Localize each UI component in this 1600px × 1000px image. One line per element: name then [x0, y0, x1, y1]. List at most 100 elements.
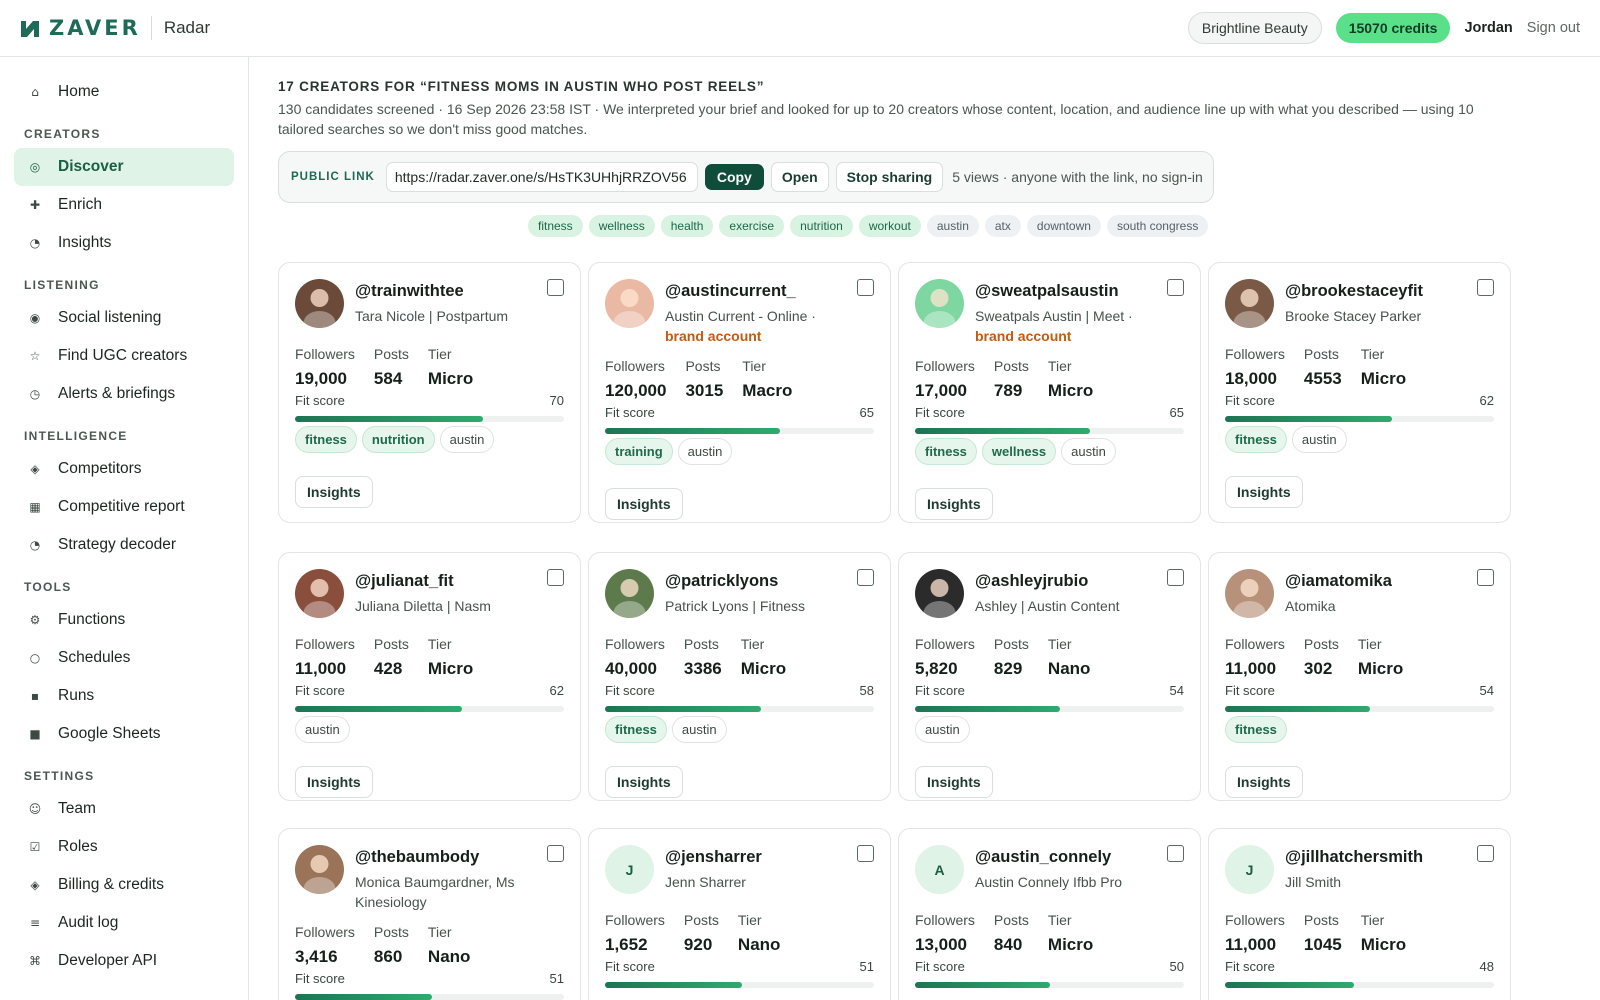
sidebar-item-competitors[interactable]: ◈ Competitors — [14, 450, 234, 488]
avatar[interactable] — [915, 279, 964, 328]
user-name[interactable]: Jordan — [1464, 20, 1512, 36]
creator-card[interactable]: @sweatpalsaustin Sweatpals Austin | Meet … — [898, 262, 1201, 523]
keyword-chip[interactable]: wellness — [588, 215, 655, 237]
creator-card[interactable]: @brookestaceyfit Brooke Stacey Parker Foll… — [1208, 262, 1511, 523]
sidebar-item-roles[interactable]: ☑ Roles — [14, 828, 234, 866]
creator-handle[interactable]: @patricklyons — [665, 572, 778, 591]
creator-card[interactable]: A @austin_connely Austin Connely Ifbb Pro F… — [898, 828, 1201, 1000]
sidebar-item-developer-api[interactable]: ⌘ Developer API — [14, 942, 234, 980]
select-checkbox[interactable] — [547, 279, 564, 296]
creator-card[interactable]: @iamatomika Atomika Followers 11,000 Posts 30… — [1208, 552, 1511, 801]
sidebar-item-audit-log[interactable]: ≡ Audit log — [14, 904, 234, 942]
avatar[interactable] — [605, 279, 654, 328]
sidebar-item-functions[interactable]: ⚙ Functions — [14, 601, 234, 639]
creator-card[interactable]: J @jensharrer Jenn Sharrer Followers 1,652 Po… — [588, 828, 891, 1000]
insights-button[interactable]: Insights — [915, 488, 993, 520]
avatar[interactable] — [1225, 569, 1274, 618]
creator-card[interactable]: @austincurrent_ Austin Current - Online ·… — [588, 262, 891, 523]
creator-card[interactable]: J @jillhatchersmith Jill Smith Followers 11,… — [1208, 828, 1511, 1000]
creator-handle[interactable]: @julianat_fit — [355, 572, 454, 591]
sidebar-item-schedules[interactable]: ○ Schedules — [14, 639, 234, 677]
creator-tag[interactable]: fitness — [605, 716, 667, 743]
sign-out-link[interactable]: Sign out — [1527, 20, 1580, 36]
sidebar-item-google-sheets[interactable]: ■ Google Sheets — [14, 715, 234, 753]
open-link-button[interactable]: Open — [770, 162, 829, 192]
creator-handle[interactable]: @jillhatchersmith — [1285, 848, 1423, 867]
keyword-chip[interactable]: workout — [858, 215, 921, 237]
keyword-chip[interactable]: atx — [984, 215, 1021, 237]
sidebar-item-home[interactable]: ⌂ Home — [14, 73, 234, 111]
avatar[interactable] — [295, 569, 344, 618]
creator-handle[interactable]: @thebaumbody — [355, 848, 479, 867]
keyword-chip[interactable]: nutrition — [790, 215, 853, 237]
creator-handle[interactable]: @trainwithtee — [355, 282, 464, 301]
sidebar-item-social-listening[interactable]: ◉ Social listening — [14, 299, 234, 337]
select-checkbox[interactable] — [1167, 569, 1184, 586]
insights-button[interactable]: Insights — [605, 488, 683, 520]
creator-tag[interactable]: austin — [1061, 438, 1116, 465]
insights-button[interactable]: Insights — [295, 766, 373, 798]
keyword-chip[interactable]: austin — [926, 215, 979, 237]
credits-badge[interactable]: 15070 credits — [1335, 13, 1451, 43]
select-checkbox[interactable] — [1477, 279, 1494, 296]
select-checkbox[interactable] — [1167, 279, 1184, 296]
insights-button[interactable]: Insights — [295, 476, 373, 508]
select-checkbox[interactable] — [547, 845, 564, 862]
keyword-chip[interactable]: health — [660, 215, 714, 237]
creator-handle[interactable]: @brookestaceyfit — [1285, 282, 1423, 301]
creator-tag[interactable]: austin — [915, 716, 970, 743]
sidebar-item-strategy-decoder[interactable]: ◔ Strategy decoder — [14, 526, 234, 564]
avatar[interactable] — [295, 845, 344, 894]
creator-handle[interactable]: @sweatpalsaustin — [975, 282, 1119, 301]
creator-tag[interactable]: nutrition — [361, 426, 435, 453]
creator-tag[interactable]: austin — [677, 438, 733, 465]
select-checkbox[interactable] — [1167, 845, 1184, 862]
keyword-chip[interactable]: south congress — [1106, 215, 1209, 237]
creator-tag[interactable]: wellness — [981, 438, 1057, 465]
sidebar-item-find-ugc-creators[interactable]: ☆ Find UGC creators — [14, 337, 234, 375]
sidebar-item-team[interactable]: ☺ Team — [14, 790, 234, 828]
creator-handle[interactable]: @austincurrent_ — [665, 282, 796, 301]
creator-handle[interactable]: @austin_connely — [975, 848, 1111, 867]
copy-link-button[interactable]: Copy — [704, 164, 764, 190]
creator-handle[interactable]: @jensharrer — [665, 848, 762, 867]
brand[interactable]: ZAVER Radar — [0, 0, 210, 57]
select-checkbox[interactable] — [1477, 845, 1494, 862]
creator-card[interactable]: @thebaumbody Monica Baumgardner, Ms Kines… — [278, 828, 581, 1000]
stop-sharing-button[interactable]: Stop sharing — [835, 162, 944, 192]
creator-card[interactable]: @ashleyjrubio Ashley | Austin Content Foll… — [898, 552, 1201, 801]
sidebar-item-enrich[interactable]: ✚ Enrich — [14, 186, 234, 224]
select-checkbox[interactable] — [857, 569, 874, 586]
sidebar-item-insights[interactable]: ◔ Insights — [14, 224, 234, 262]
public-link-input[interactable] — [385, 162, 698, 192]
creator-card[interactable]: @trainwithtee Tara Nicole | Postpartum Fol… — [278, 262, 581, 523]
avatar[interactable]: A — [915, 845, 964, 894]
sidebar-item-alerts-briefings[interactable]: ◷ Alerts & briefings — [14, 375, 234, 413]
keyword-chip[interactable]: downtown — [1026, 215, 1101, 237]
keyword-chip[interactable]: exercise — [719, 215, 785, 237]
select-checkbox[interactable] — [857, 279, 874, 296]
insights-button[interactable]: Insights — [1225, 766, 1303, 798]
creator-card[interactable]: @patricklyons Patrick Lyons | Fitness Foll… — [588, 552, 891, 801]
creator-handle[interactable]: @ashleyjrubio — [975, 572, 1088, 591]
avatar[interactable] — [295, 279, 344, 328]
avatar[interactable] — [1225, 279, 1274, 328]
select-checkbox[interactable] — [857, 845, 874, 862]
sidebar-item-billing-credits[interactable]: ◈ Billing & credits — [14, 866, 234, 904]
sidebar-item-competitive-report[interactable]: ▦ Competitive report — [14, 488, 234, 526]
creator-tag[interactable]: austin — [439, 426, 495, 453]
organization-switcher[interactable]: Brightline Beauty — [1187, 12, 1322, 44]
creator-tag[interactable]: fitness — [295, 426, 357, 453]
select-checkbox[interactable] — [547, 569, 564, 586]
avatar[interactable]: J — [605, 845, 654, 894]
creator-tag[interactable]: austin — [1291, 426, 1347, 453]
creator-tag[interactable]: austin — [671, 716, 727, 743]
creator-handle[interactable]: @iamatomika — [1285, 572, 1392, 591]
creator-card[interactable]: @julianat_fit Juliana Diletta | Nasm Follo… — [278, 552, 581, 801]
avatar[interactable] — [605, 569, 654, 618]
creator-tag[interactable]: fitness — [1225, 716, 1287, 743]
sidebar-item-discover[interactable]: ◎ Discover — [14, 148, 234, 186]
keyword-chip[interactable]: fitness — [528, 215, 583, 237]
insights-button[interactable]: Insights — [915, 766, 993, 798]
insights-button[interactable]: Insights — [1225, 476, 1303, 508]
